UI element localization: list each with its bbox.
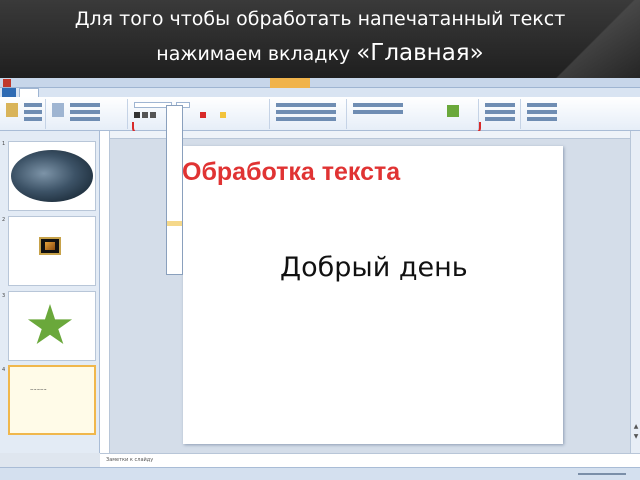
bold-icon[interactable] [134,112,140,118]
font-color-icon[interactable] [200,112,206,118]
slide-number: 1 [2,141,6,147]
contextual-tab-highlight [270,78,310,88]
shape-effects-button[interactable] [485,117,515,121]
annotation-caption: Обработка текста [182,158,401,186]
vertical-scrollbar[interactable]: ▲ ▼ [630,131,640,453]
scroll-up-icon[interactable]: ▲ [632,423,640,431]
cut-button[interactable] [24,103,42,107]
text-direction-button[interactable] [276,110,336,114]
format-painter-button[interactable] [24,117,42,121]
status-bar [0,467,640,480]
ribbon-group-shape-format [481,99,521,129]
slide-number: 3 [2,293,6,299]
select-button[interactable] [527,117,557,121]
slide-header: Для того чтобы обработать напечатанный т… [0,0,640,78]
notes-pane[interactable]: Заметки к слайду [100,453,640,467]
slide-thumbnail-1[interactable] [8,141,96,211]
slide-number: 4 [2,367,6,373]
notes-placeholder: Заметки к слайду [106,457,154,463]
bullets-button[interactable] [276,103,336,107]
shapes-gallery[interactable] [353,103,403,107]
font-size-dropdown[interactable] [166,105,183,275]
copy-button[interactable] [24,110,42,114]
shape-outline-button[interactable] [485,110,515,114]
thumbnail-text: ~~~~~ [30,387,47,392]
dropdown-option[interactable] [167,241,182,246]
vertical-ruler [100,131,110,453]
horizontal-ruler [110,131,630,139]
app-titlebar [0,78,640,88]
section-button[interactable] [70,117,100,121]
powerpoint-logo-icon [3,79,11,87]
new-slide-icon[interactable] [52,103,64,117]
ribbon-tabs [0,88,640,97]
current-slide[interactable] [183,146,563,444]
scroll-down-icon[interactable]: ▼ [632,433,640,441]
header-line-2-emphasis: «Главная» [356,40,484,66]
slide-thumbnail-2[interactable] [8,216,96,286]
slide-thumbnail-4[interactable]: ~~~~~ [8,365,96,435]
italic-icon[interactable] [142,112,148,118]
header-line-2-prefix: нажимаем вкладку [156,43,357,65]
ribbon-group-editing [523,99,573,129]
slide-thumbnail-3[interactable] [8,291,96,361]
arrange-button[interactable] [353,110,403,114]
highlight-icon[interactable] [220,112,226,118]
find-button[interactable] [527,103,557,107]
framed-picture-image [39,237,61,255]
slide-text-box[interactable]: Добрый день [280,252,468,283]
slide-number: 2 [2,217,6,223]
ribbon-group-clipboard [2,99,46,129]
header-line-2: нажимаем вкладку «Главная» [0,40,640,66]
shape-fill-button[interactable] [485,103,515,107]
zoom-slider[interactable] [578,473,626,475]
slides-pane: 1 2 3 4 ~~~~~ [0,131,100,453]
quick-styles-icon[interactable] [447,105,459,117]
oval-photo-image [11,150,93,202]
tab-file[interactable] [2,88,16,97]
header-line-1: Для того чтобы обработать напечатанный т… [74,8,566,30]
star-shape-icon [27,304,73,345]
underline-icon[interactable] [150,112,156,118]
ribbon-group-slides [48,99,128,129]
replace-button[interactable] [527,110,557,114]
reset-button[interactable] [70,110,100,114]
tab-home[interactable] [19,88,39,97]
align-text-button[interactable] [276,117,336,121]
paste-icon[interactable] [6,103,18,117]
layout-button[interactable] [70,103,100,107]
